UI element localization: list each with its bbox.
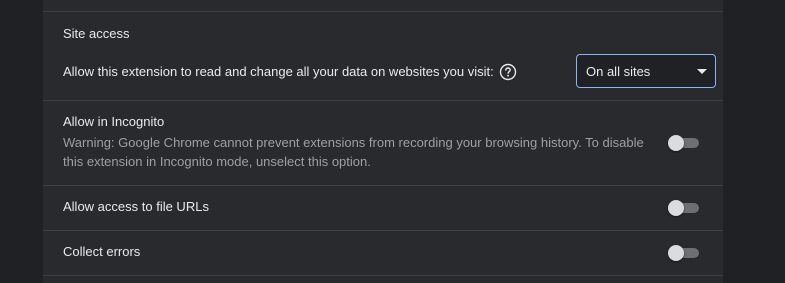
- file-urls-toggle[interactable]: [668, 200, 700, 216]
- incognito-warning-line-2: this extension in Incognito mode, unsele…: [63, 154, 371, 169]
- divider: [43, 275, 723, 276]
- incognito-title: Allow in Incognito: [63, 114, 165, 129]
- file-urls-title: Allow access to file URLs: [63, 199, 209, 214]
- help-circle-icon[interactable]: [499, 63, 517, 81]
- incognito-warning-line-1: Warning: Google Chrome cannot prevent ex…: [63, 135, 644, 150]
- incognito-toggle[interactable]: [668, 135, 700, 151]
- site-access-heading: Site access: [63, 26, 130, 41]
- divider: [43, 11, 723, 12]
- divider: [43, 230, 723, 231]
- toggle-knob: [668, 135, 684, 151]
- site-access-select[interactable]: On all sites: [576, 54, 716, 88]
- toggle-knob: [668, 200, 684, 216]
- site-access-select-value: On all sites: [586, 64, 651, 79]
- site-access-label: Allow this extension to read and change …: [63, 64, 494, 79]
- collect-errors-toggle[interactable]: [668, 245, 700, 261]
- chevron-down-icon: [697, 69, 707, 74]
- extension-settings-card: Site access Allow this extension to read…: [43, 0, 723, 283]
- toggle-knob: [668, 245, 684, 261]
- divider: [43, 185, 723, 186]
- collect-errors-title: Collect errors: [63, 244, 141, 259]
- divider: [43, 100, 723, 101]
